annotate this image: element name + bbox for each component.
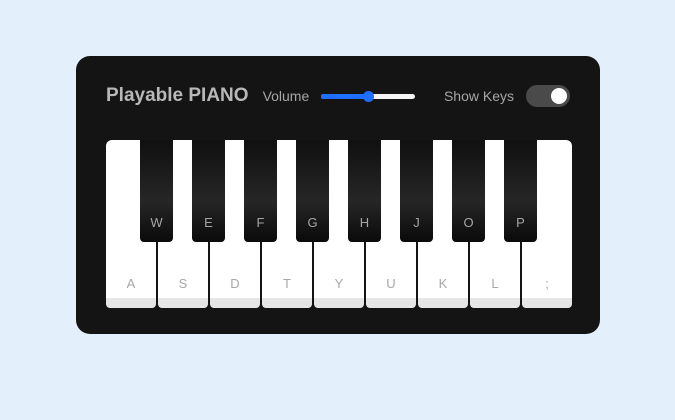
volume-slider[interactable] (321, 84, 416, 108)
piano-keys: A S D T Y U K L; W E F G H J O P (106, 140, 572, 308)
key-label: K (438, 276, 448, 291)
black-key[interactable]: W (140, 140, 173, 242)
volume-label: Volume (262, 88, 310, 104)
key-label: ; (545, 276, 549, 291)
black-key[interactable]: F (244, 140, 277, 242)
black-key[interactable]: H (348, 140, 381, 242)
key-label: W (150, 215, 163, 230)
volume-fill (321, 94, 369, 99)
page-title: Playable PIANO (106, 85, 249, 106)
key-label: S (178, 276, 188, 291)
volume-control: Volume (263, 84, 416, 108)
piano-panel: Playable PIANO Volume Show Keys A S D T Y U K L… (76, 56, 600, 334)
key-label: G (307, 215, 318, 230)
toggle-knob (551, 88, 567, 104)
key-label: H (359, 215, 370, 230)
key-label: D (230, 276, 240, 291)
key-label: L (491, 276, 499, 291)
key-label: T (283, 276, 291, 291)
black-key[interactable]: E (192, 140, 225, 242)
key-label: E (204, 215, 213, 230)
black-key[interactable]: G (296, 140, 329, 242)
piano-header: Playable PIANO Volume Show Keys (106, 82, 570, 110)
show-keys-label: Show Keys (443, 88, 514, 104)
black-key[interactable]: J (400, 140, 433, 242)
key-label: J (413, 215, 420, 230)
key-label: P (516, 215, 525, 230)
black-key[interactable]: P (504, 140, 537, 242)
show-keys-control: Show Keys (444, 85, 570, 107)
show-keys-toggle[interactable] (526, 85, 570, 107)
volume-thumb[interactable] (363, 91, 375, 102)
key-label: U (386, 276, 396, 291)
black-key[interactable]: O (452, 140, 485, 242)
key-label: F (256, 215, 265, 230)
key-label: Y (334, 276, 344, 291)
key-label: A (126, 276, 136, 291)
key-label: O (463, 215, 474, 230)
